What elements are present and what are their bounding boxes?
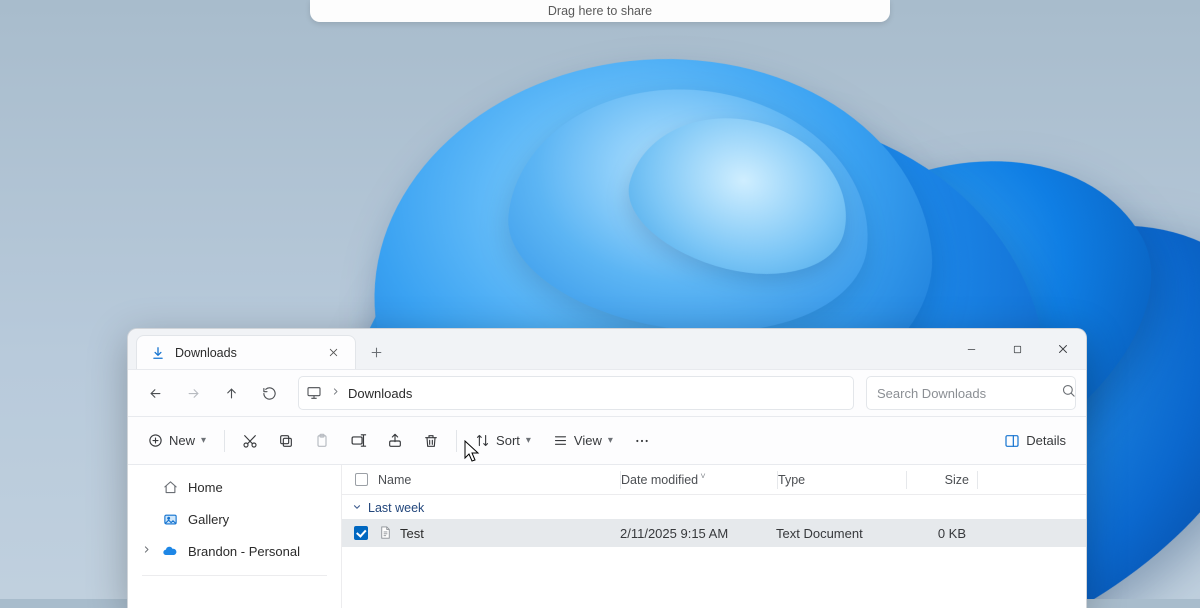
sidebar-item-label: Gallery — [188, 512, 229, 527]
copy-button[interactable] — [269, 424, 303, 458]
delete-button[interactable] — [414, 424, 448, 458]
details-pane-button[interactable]: Details — [994, 424, 1076, 458]
breadcrumb-location[interactable]: Downloads — [348, 386, 412, 401]
file-date: 2/11/2025 9:15 AM — [620, 526, 776, 541]
breadcrumb[interactable]: Downloads — [298, 376, 854, 410]
sort-indicator-icon: ˅ — [700, 471, 705, 481]
nav-refresh-button[interactable] — [252, 376, 286, 410]
select-all-checkbox[interactable] — [348, 473, 374, 486]
chevron-down-icon: ▾ — [201, 435, 206, 446]
nav-forward-button[interactable] — [176, 376, 210, 410]
view-button-label: View — [574, 433, 602, 448]
file-size: 0 KB — [904, 526, 974, 541]
new-button-label: New — [169, 433, 195, 448]
group-label: Last week — [368, 501, 424, 515]
explorer-body: Home Gallery Brandon - Personal — [128, 465, 1086, 608]
search-input[interactable] — [877, 386, 1053, 401]
sort-button[interactable]: Sort ▾ — [465, 424, 541, 458]
search-box[interactable] — [866, 376, 1076, 410]
gallery-icon — [162, 511, 178, 527]
tab-close-button[interactable] — [321, 345, 345, 361]
file-list: Name Date modified˅ Type Size Last week — [342, 465, 1086, 608]
column-type[interactable]: Type — [778, 473, 906, 487]
home-icon — [162, 479, 178, 495]
maximize-button[interactable] — [994, 329, 1040, 369]
sidebar-item-home[interactable]: Home — [134, 471, 335, 503]
sidebar-divider — [142, 575, 327, 576]
cloud-icon — [162, 543, 178, 559]
sort-button-label: Sort — [496, 433, 520, 448]
drag-share-bar[interactable]: Drag here to share — [310, 0, 890, 22]
new-tab-button[interactable] — [356, 335, 396, 369]
rename-button[interactable] — [341, 424, 376, 458]
search-icon — [1061, 383, 1076, 403]
text-document-icon — [378, 525, 394, 541]
column-name[interactable]: Name — [374, 473, 620, 487]
column-date[interactable]: Date modified˅ — [621, 473, 777, 487]
chevron-right-icon[interactable] — [142, 545, 151, 557]
file-row[interactable]: Test 2/11/2025 9:15 AM Text Document 0 K… — [342, 519, 1086, 547]
chevron-down-icon — [352, 502, 362, 515]
navigation-pane: Home Gallery Brandon - Personal — [128, 465, 342, 608]
column-headers[interactable]: Name Date modified˅ Type Size — [342, 465, 1086, 495]
sidebar-item-label: Home — [188, 480, 223, 495]
sidebar-item-onedrive[interactable]: Brandon - Personal — [134, 535, 335, 567]
group-header[interactable]: Last week — [342, 495, 1086, 519]
nav-up-button[interactable] — [214, 376, 248, 410]
chevron-right-icon — [331, 387, 340, 399]
row-checkbox[interactable] — [348, 526, 374, 540]
sidebar-item-label: Brandon - Personal — [188, 544, 300, 559]
sidebar-item-gallery[interactable]: Gallery — [134, 503, 335, 535]
new-button[interactable]: New ▾ — [138, 424, 216, 458]
address-bar: Downloads — [128, 369, 1086, 417]
paste-button[interactable] — [305, 424, 339, 458]
more-button[interactable] — [625, 424, 659, 458]
downloads-icon — [151, 346, 165, 360]
file-name: Test — [400, 526, 424, 541]
minimize-button[interactable] — [948, 329, 994, 369]
drag-share-label: Drag here to share — [548, 4, 652, 18]
file-explorer-window: Downloads — [127, 328, 1087, 608]
tab-downloads[interactable]: Downloads — [136, 335, 356, 369]
this-pc-icon — [305, 384, 323, 402]
details-pane-label: Details — [1026, 433, 1066, 448]
window-controls — [948, 329, 1086, 369]
chevron-down-icon: ▾ — [608, 435, 613, 446]
titlebar: Downloads — [128, 329, 1086, 369]
cut-button[interactable] — [233, 424, 267, 458]
file-type: Text Document — [776, 526, 904, 541]
chevron-down-icon: ▾ — [526, 435, 531, 446]
view-button[interactable]: View ▾ — [543, 424, 623, 458]
close-button[interactable] — [1040, 329, 1086, 369]
tab-title: Downloads — [175, 346, 237, 360]
share-button[interactable] — [378, 424, 412, 458]
command-bar: New ▾ Sort ▾ View ▾ — [128, 417, 1086, 465]
nav-back-button[interactable] — [138, 376, 172, 410]
column-size[interactable]: Size — [907, 473, 977, 487]
